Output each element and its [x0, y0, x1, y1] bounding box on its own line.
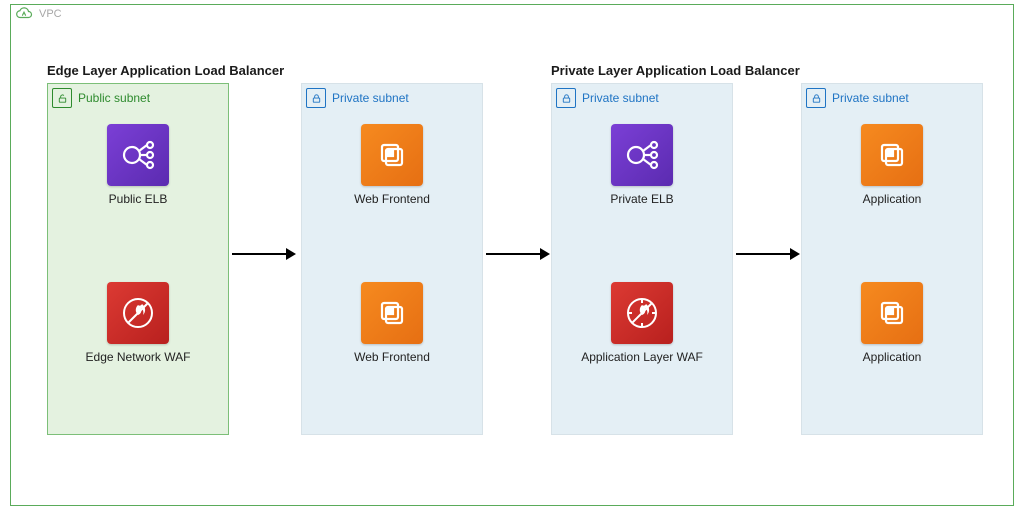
compute-icon: [361, 282, 423, 344]
arrow-icon: [486, 253, 548, 255]
elb-icon: [611, 124, 673, 186]
subnet-header: Private subnet: [802, 84, 982, 110]
subnet-label: Private subnet: [332, 91, 409, 105]
node-label: Public ELB: [48, 192, 228, 206]
waf-icon: [107, 282, 169, 344]
node-label: Private ELB: [552, 192, 732, 206]
section-title-private: Private Layer Application Load Balancer: [551, 63, 800, 78]
compute-icon: [361, 124, 423, 186]
subnet-header: Public subnet: [48, 84, 228, 110]
node-label: Web Frontend: [302, 192, 482, 206]
node-web-frontend: Web Frontend: [302, 282, 482, 364]
node-label: Application Layer WAF: [552, 350, 732, 364]
lock-icon: [556, 88, 576, 108]
node-label: Web Frontend: [302, 350, 482, 364]
cloud-icon: [15, 7, 33, 21]
waf-icon: [611, 282, 673, 344]
node-label: Application: [802, 350, 982, 364]
subnet-label: Private subnet: [832, 91, 909, 105]
section-title-edge: Edge Layer Application Load Balancer: [47, 63, 284, 78]
vpc-header: VPC: [15, 7, 62, 21]
private-subnet-web: Private subnet Web Frontend Web Fronte: [301, 83, 483, 435]
subnet-header: Private subnet: [302, 84, 482, 110]
compute-icon: [861, 124, 923, 186]
private-subnet-app: Private subnet Application Application: [801, 83, 983, 435]
node-app-waf: Application Layer WAF: [552, 282, 732, 364]
subnet-label: Public subnet: [78, 91, 150, 105]
node-private-elb: Private ELB: [552, 124, 732, 206]
vpc-label: VPC: [39, 8, 62, 20]
elb-icon: [107, 124, 169, 186]
arrow-icon: [232, 253, 294, 255]
node-label: Edge Network WAF: [48, 350, 228, 364]
lock-icon: [806, 88, 826, 108]
private-subnet-elb: Private subnet Private ELB: [551, 83, 733, 435]
compute-icon: [861, 282, 923, 344]
lock-open-icon: [52, 88, 72, 108]
public-subnet: Public subnet Public ELB: [47, 83, 229, 435]
lock-icon: [306, 88, 326, 108]
node-edge-waf: Edge Network WAF: [48, 282, 228, 364]
node-label: Application: [802, 192, 982, 206]
node-application: Application: [802, 282, 982, 364]
subnet-header: Private subnet: [552, 84, 732, 110]
node-web-frontend: Web Frontend: [302, 124, 482, 206]
arrow-icon: [736, 253, 798, 255]
node-application: Application: [802, 124, 982, 206]
node-public-elb: Public ELB: [48, 124, 228, 206]
subnet-label: Private subnet: [582, 91, 659, 105]
vpc-container: VPC Edge Layer Application Load Balancer…: [10, 4, 1014, 506]
